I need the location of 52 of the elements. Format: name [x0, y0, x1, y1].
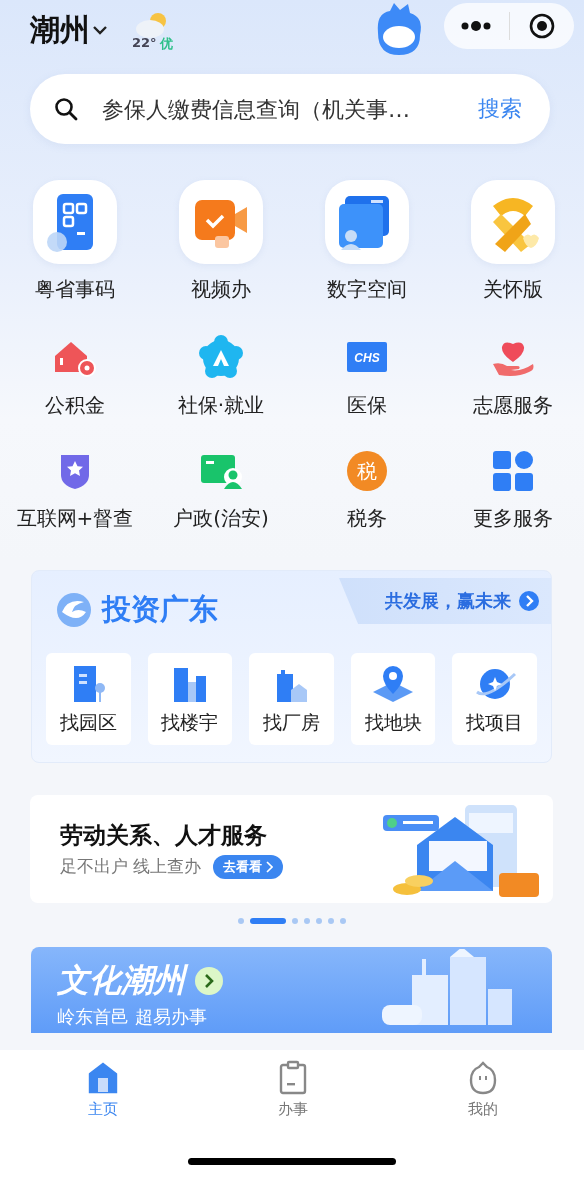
carousel-dot[interactable]: [303, 918, 310, 924]
service-label[interactable]: 税务: [347, 505, 387, 532]
service-label[interactable]: 粤省事码: [35, 276, 115, 303]
app-icon-tile[interactable]: [33, 180, 117, 264]
chevron-right-icon: [195, 967, 223, 995]
service-label[interactable]: 医保: [347, 392, 387, 419]
invest-option[interactable]: 找楼宇: [147, 653, 233, 745]
service-label[interactable]: 社保·就业: [177, 392, 265, 419]
invest-option[interactable]: 找项目: [452, 653, 537, 745]
carousel-dot[interactable]: [291, 918, 298, 924]
invest-title: 投资广东: [102, 591, 218, 628]
carousel-dot[interactable]: [339, 918, 346, 924]
invest-option[interactable]: 找园区: [46, 653, 131, 745]
service-label[interactable]: 互联网+督查: [16, 505, 134, 532]
carousel-dot[interactable]: [237, 918, 244, 924]
icon-text: 税: [357, 459, 377, 483]
carousel-dot[interactable]: [327, 918, 334, 924]
chevron-right-icon: [519, 591, 539, 611]
banner-subtitle: 足不出户 线上查办: [60, 855, 202, 878]
temperature: 22°: [132, 35, 157, 52]
slogan-link[interactable]: 共发展，赢未来: [339, 578, 551, 624]
service-label[interactable]: 关怀版: [483, 276, 543, 303]
search-button[interactable]: 搜索: [478, 94, 522, 124]
clipboard-icon: [277, 1060, 309, 1096]
icon-text: CHS: [354, 351, 380, 365]
app-icon-tile[interactable]: [471, 180, 555, 264]
app-icon-tile[interactable]: [179, 180, 263, 264]
promo-banner[interactable]: 劳动关系、人才服务 足不出户 线上查办 去看看: [30, 795, 553, 903]
city-name[interactable]: 潮州: [30, 9, 90, 51]
invest-option[interactable]: 找厂房: [249, 653, 334, 745]
service-label[interactable]: 更多服务: [473, 505, 553, 532]
swirl-logo-icon: [54, 590, 94, 630]
chevron-right-icon: [265, 860, 274, 873]
service-label[interactable]: 户政(治安): [173, 505, 269, 532]
invest-option[interactable]: 找地块: [350, 653, 436, 745]
search-field[interactable]: 参保人缴费信息查询（机关事… 搜索: [30, 74, 550, 144]
home-icon: [87, 1060, 119, 1096]
view-button[interactable]: 去看看: [213, 854, 284, 879]
tab[interactable]: 主页: [48, 1060, 158, 1119]
air-quality: 优: [159, 35, 173, 53]
search-icon: [54, 97, 78, 121]
tab[interactable]: 办事: [238, 1060, 348, 1119]
culture-subtitle: 岭东首邑 超易办事: [57, 1005, 208, 1029]
app-icon-tile[interactable]: [325, 180, 409, 264]
carousel-dot[interactable]: [315, 918, 322, 924]
service-label[interactable]: 公积金: [45, 392, 105, 419]
banner-title: 劳动关系、人才服务: [60, 820, 268, 850]
service-label[interactable]: 视频办: [191, 276, 251, 303]
profile-icon: [467, 1060, 499, 1096]
service-label[interactable]: 数字空间: [327, 276, 407, 303]
tab[interactable]: 我的: [428, 1060, 538, 1119]
service-label[interactable]: 志愿服务: [473, 392, 553, 419]
